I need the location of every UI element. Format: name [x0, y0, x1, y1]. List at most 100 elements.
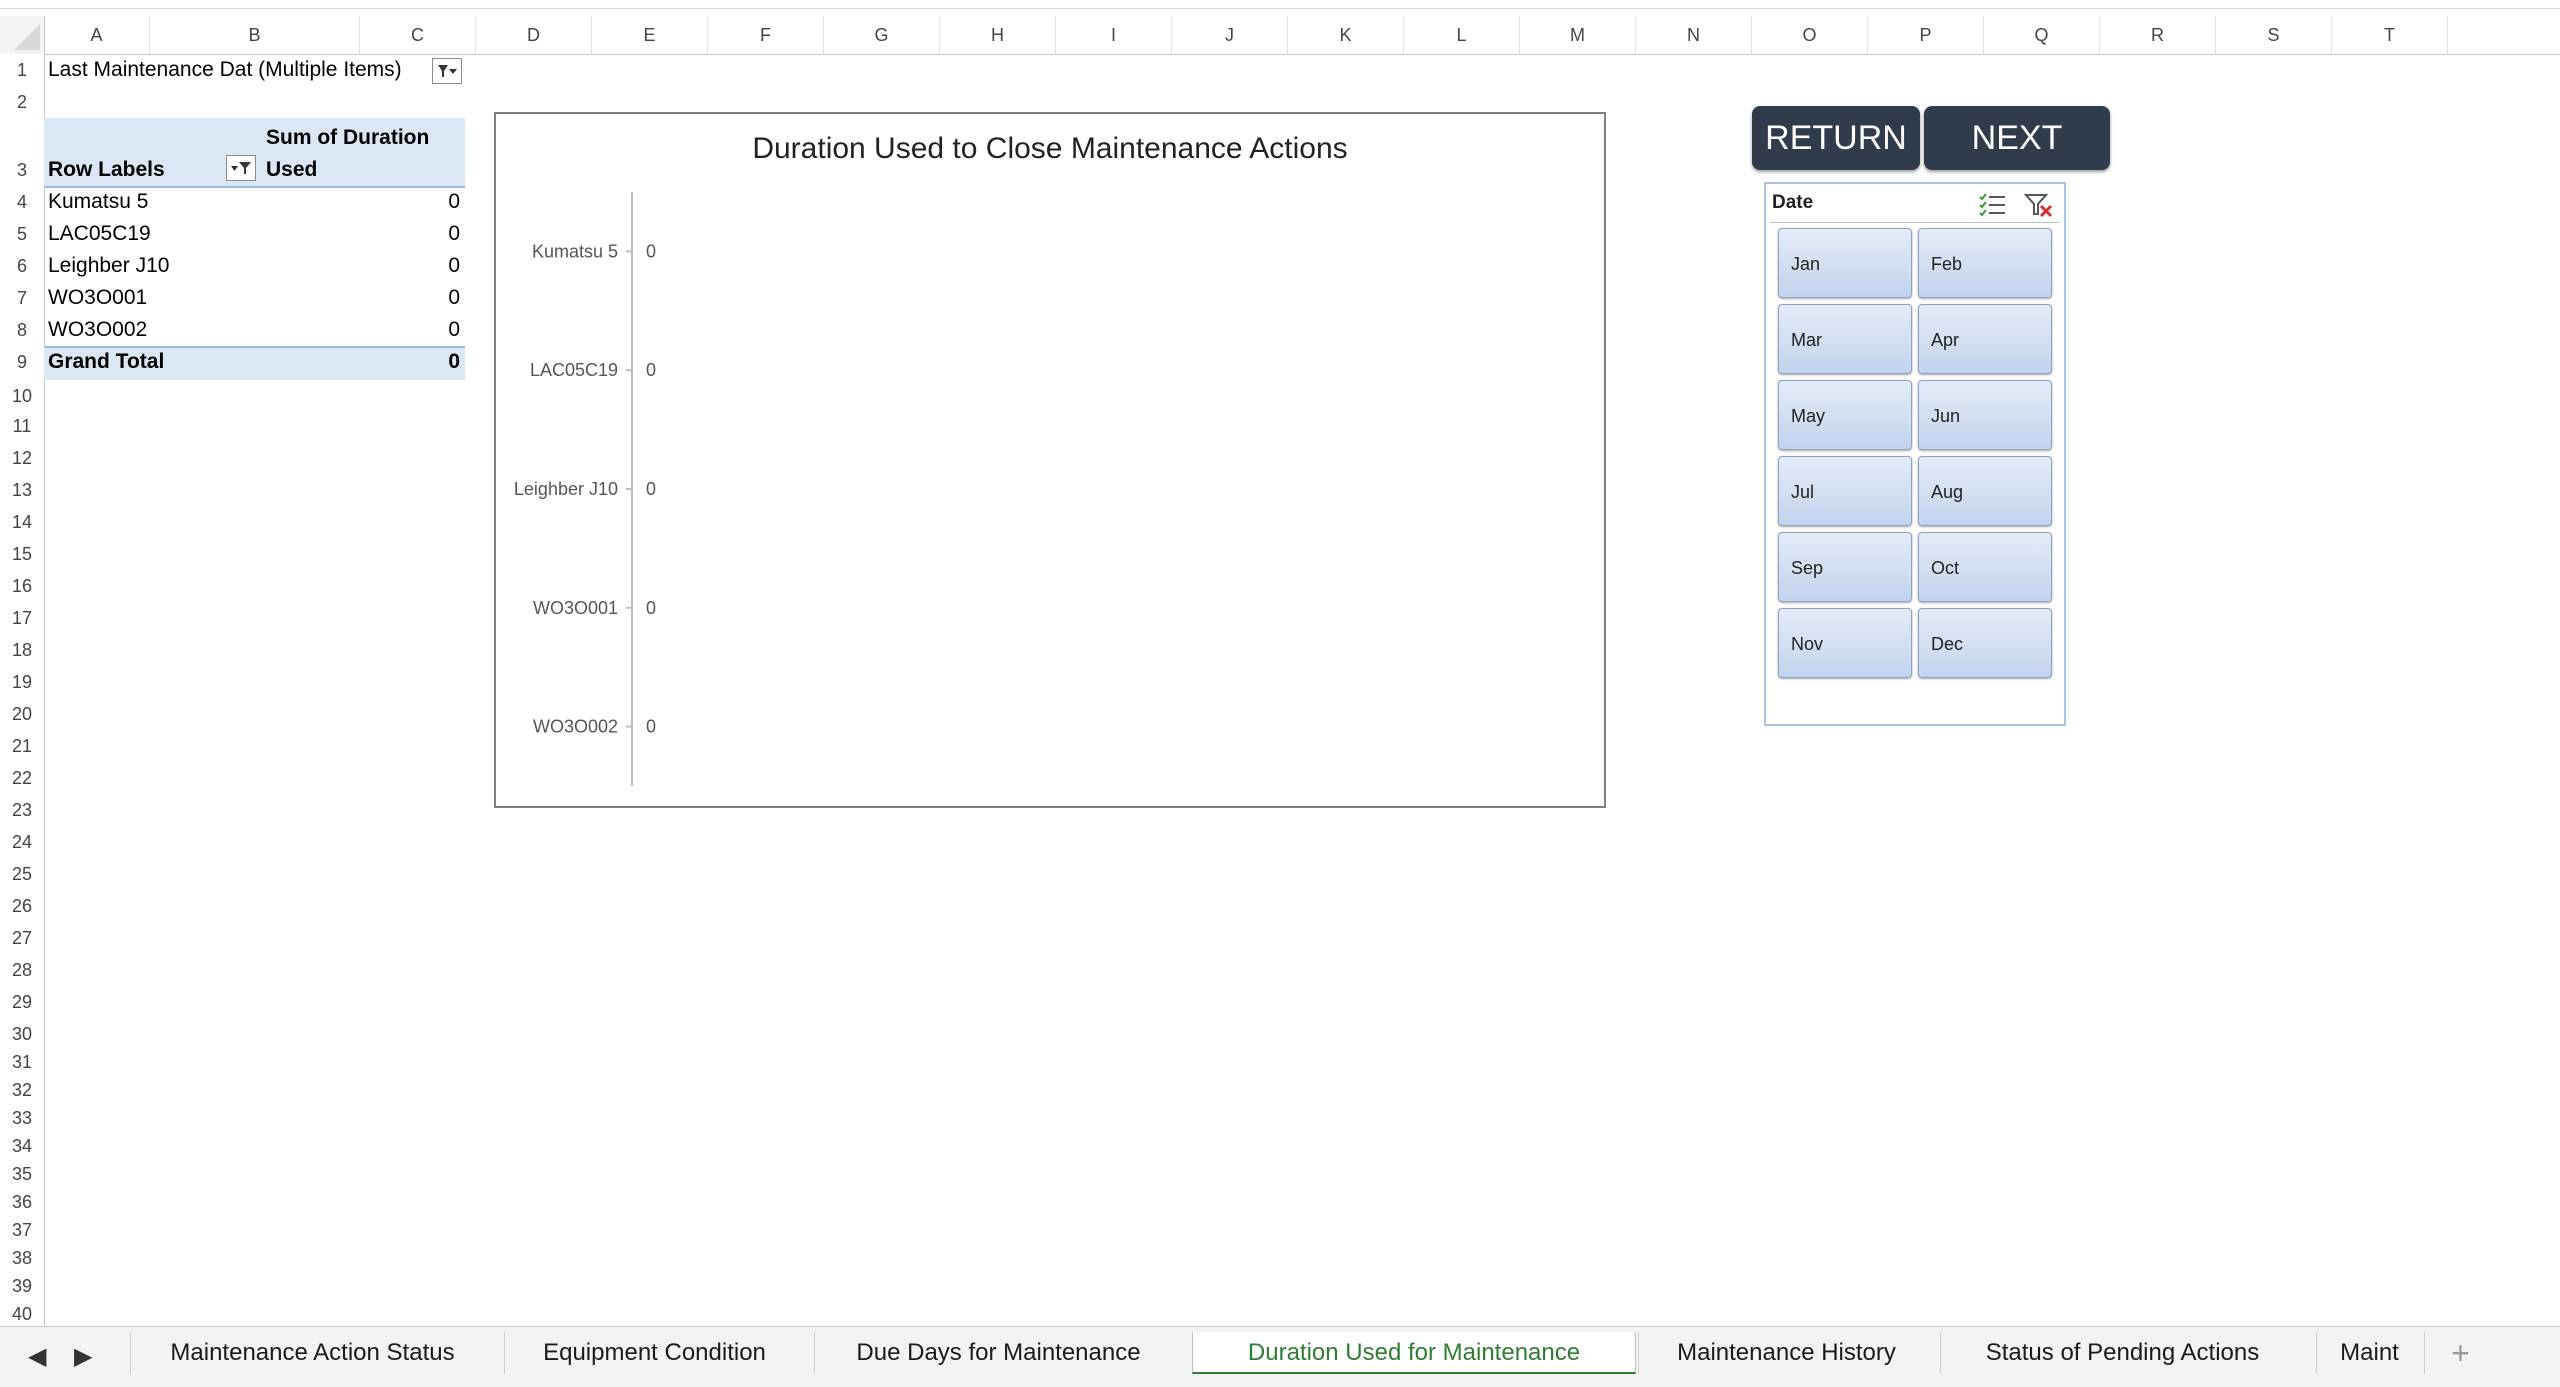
- pivot-row-label: WO3O001: [48, 286, 148, 309]
- filter-icon: [438, 65, 457, 77]
- slicer-item-dec[interactable]: Dec: [1918, 608, 2052, 678]
- row-header-34[interactable]: 34: [0, 1136, 44, 1157]
- row-header-7[interactable]: 7: [0, 288, 44, 309]
- row-header-14[interactable]: 14: [0, 512, 44, 533]
- slicer-item-apr[interactable]: Apr: [1918, 304, 2052, 374]
- row-header-6[interactable]: 6: [0, 256, 44, 277]
- column-header-f[interactable]: F: [708, 16, 824, 54]
- row-header-21[interactable]: 21: [0, 736, 44, 757]
- row-header-37[interactable]: 37: [0, 1220, 44, 1241]
- next-sheet-arrow-icon[interactable]: ▶: [74, 1342, 92, 1371]
- return-button[interactable]: RETURN: [1752, 106, 1920, 170]
- slicer-item-sep[interactable]: Sep: [1778, 532, 1912, 602]
- row-header-36[interactable]: 36: [0, 1192, 44, 1213]
- slicer-item-mar[interactable]: Mar: [1778, 304, 1912, 374]
- sheet-tab-maintenance-history[interactable]: Maintenance History: [1638, 1332, 1934, 1374]
- chart-category-label: Kumatsu 5: [532, 241, 618, 261]
- pivot-row-value: 0: [448, 254, 460, 277]
- column-header-c[interactable]: C: [360, 16, 476, 54]
- row-header-31[interactable]: 31: [0, 1052, 44, 1073]
- row-header-32[interactable]: 32: [0, 1080, 44, 1101]
- row-header-27[interactable]: 27: [0, 928, 44, 949]
- column-header-b[interactable]: B: [150, 16, 360, 54]
- row-header-1[interactable]: 1: [0, 60, 44, 81]
- sheet-tab-duration-used-for-maintenance[interactable]: Duration Used for Maintenance: [1192, 1332, 1636, 1374]
- column-header-o[interactable]: O: [1752, 16, 1868, 54]
- column-header-n[interactable]: N: [1636, 16, 1752, 54]
- row-header-10[interactable]: 10: [0, 386, 44, 407]
- row-header-28[interactable]: 28: [0, 960, 44, 981]
- sheet-tab-maint[interactable]: Maint: [2316, 1332, 2422, 1374]
- slicer-item-jan[interactable]: Jan: [1778, 228, 1912, 298]
- column-header-t[interactable]: T: [2332, 16, 2448, 54]
- row-header-40[interactable]: 40: [0, 1304, 44, 1325]
- row-labels-filter-button[interactable]: [226, 155, 256, 181]
- row-header-38[interactable]: 38: [0, 1248, 44, 1269]
- pivot-filter-button[interactable]: [432, 58, 462, 84]
- row-header-3[interactable]: 3: [0, 160, 44, 181]
- grand-total-label: Grand Total: [48, 350, 165, 373]
- row-header-23[interactable]: 23: [0, 800, 44, 821]
- pivot-row-value: 0: [448, 190, 460, 213]
- column-header-h[interactable]: H: [940, 16, 1056, 54]
- column-header-a[interactable]: A: [44, 16, 150, 54]
- select-all-corner[interactable]: [0, 16, 45, 55]
- slicer-item-may[interactable]: May: [1778, 380, 1912, 450]
- row-header-2[interactable]: 2: [0, 92, 44, 113]
- slicer-item-aug[interactable]: Aug: [1918, 456, 2052, 526]
- row-header-29[interactable]: 29: [0, 992, 44, 1013]
- pivot-sum-header-line2: Used: [266, 158, 318, 181]
- row-header-30[interactable]: 30: [0, 1024, 44, 1045]
- row-header-25[interactable]: 25: [0, 864, 44, 885]
- row-header-12[interactable]: 12: [0, 448, 44, 469]
- row-header-4[interactable]: 4: [0, 192, 44, 213]
- pivot-row-value: 0: [448, 286, 460, 309]
- column-header-i[interactable]: I: [1056, 16, 1172, 54]
- sheet-tab-due-days-for-maintenance[interactable]: Due Days for Maintenance: [814, 1332, 1182, 1374]
- pivot-chart[interactable]: Duration Used to Close Maintenance Actio…: [494, 112, 1606, 808]
- column-header-r[interactable]: R: [2100, 16, 2216, 54]
- column-header-g[interactable]: G: [824, 16, 940, 54]
- row-header-33[interactable]: 33: [0, 1108, 44, 1129]
- row-header-9[interactable]: 9: [0, 352, 44, 373]
- column-header-m[interactable]: M: [1520, 16, 1636, 54]
- slicer-item-jul[interactable]: Jul: [1778, 456, 1912, 526]
- column-header-p[interactable]: P: [1868, 16, 1984, 54]
- multi-select-icon[interactable]: [1978, 192, 2008, 218]
- column-header-j[interactable]: J: [1172, 16, 1288, 54]
- row-header-18[interactable]: 18: [0, 640, 44, 661]
- slicer-item-oct[interactable]: Oct: [1918, 532, 2052, 602]
- column-header-e[interactable]: E: [592, 16, 708, 54]
- column-header-s[interactable]: S: [2216, 16, 2332, 54]
- column-header-l[interactable]: L: [1404, 16, 1520, 54]
- add-sheet-button[interactable]: +: [2424, 1332, 2496, 1374]
- row-header-39[interactable]: 39: [0, 1276, 44, 1297]
- row-header-15[interactable]: 15: [0, 544, 44, 565]
- row-header-20[interactable]: 20: [0, 704, 44, 725]
- row-header-19[interactable]: 19: [0, 672, 44, 693]
- slicer-item-jun[interactable]: Jun: [1918, 380, 2052, 450]
- slicer-item-feb[interactable]: Feb: [1918, 228, 2052, 298]
- column-header-d[interactable]: D: [476, 16, 592, 54]
- row-header-16[interactable]: 16: [0, 576, 44, 597]
- sheet-tab-equipment-condition[interactable]: Equipment Condition: [504, 1332, 804, 1374]
- row-header-22[interactable]: 22: [0, 768, 44, 789]
- slicer-item-nov[interactable]: Nov: [1778, 608, 1912, 678]
- column-header-k[interactable]: K: [1288, 16, 1404, 54]
- row-header-26[interactable]: 26: [0, 896, 44, 917]
- clear-filter-icon[interactable]: [2024, 192, 2054, 218]
- column-header-q[interactable]: Q: [1984, 16, 2100, 54]
- row-header-13[interactable]: 13: [0, 480, 44, 501]
- row-header-8[interactable]: 8: [0, 320, 44, 341]
- row-header-5[interactable]: 5: [0, 224, 44, 245]
- date-slicer[interactable]: Date Jan Feb Mar Apr May Jun Jul Aug Sep Oct Nov De…: [1764, 182, 2066, 726]
- sheet-tab-maintenance-action-status[interactable]: Maintenance Action Status: [130, 1332, 494, 1374]
- row-header-17[interactable]: 17: [0, 608, 44, 629]
- sheet-tab-status-of-pending-actions[interactable]: Status of Pending Actions: [1940, 1332, 2304, 1374]
- row-header-35[interactable]: 35: [0, 1164, 44, 1185]
- next-button[interactable]: NEXT: [1924, 106, 2110, 170]
- prev-sheet-arrow-icon[interactable]: ◀: [28, 1342, 46, 1371]
- pivot-row-labels-header: Row Labels: [48, 158, 165, 181]
- row-header-24[interactable]: 24: [0, 832, 44, 853]
- row-header-11[interactable]: 11: [0, 416, 44, 437]
